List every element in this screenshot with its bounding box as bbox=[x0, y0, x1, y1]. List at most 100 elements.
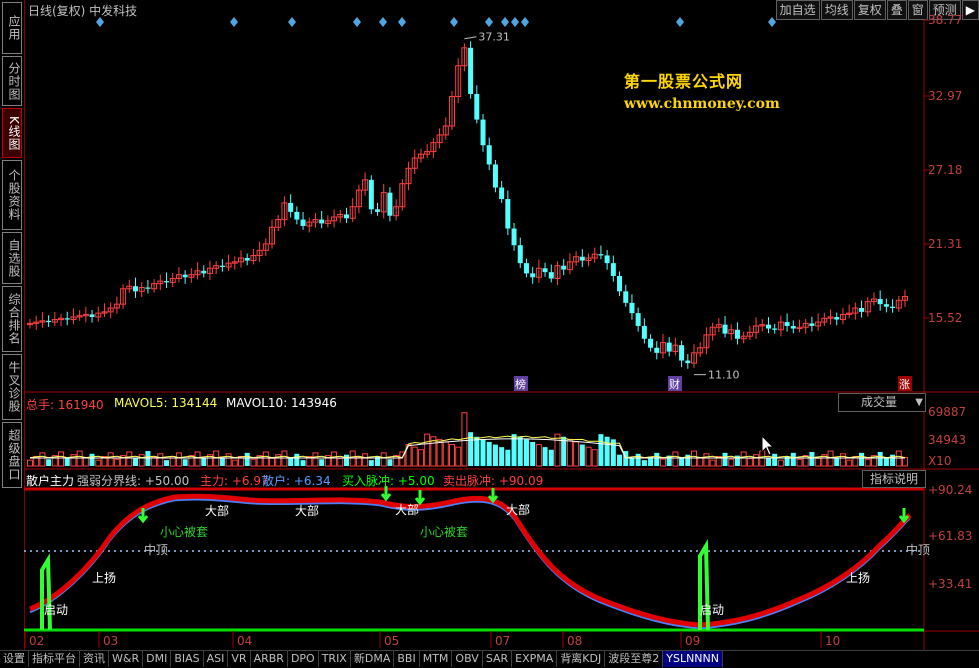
indicator-tab[interactable]: BIAS bbox=[171, 651, 204, 667]
candle-body-down bbox=[64, 318, 70, 320]
indicator-annotation: 小心被套 bbox=[420, 525, 468, 539]
indicator-annotation: 大部 bbox=[506, 502, 530, 517]
candle-body-down bbox=[511, 228, 517, 246]
indicator-tab[interactable]: ARBR bbox=[251, 651, 288, 667]
indicator-tab[interactable]: 设置 bbox=[0, 651, 29, 667]
candle-body-down bbox=[734, 329, 740, 339]
indicator-tab[interactable]: OBV bbox=[452, 651, 483, 667]
volume-bar-up bbox=[107, 452, 114, 467]
volume-bar-up bbox=[746, 457, 753, 467]
candle-body-down bbox=[474, 93, 480, 120]
volume-bar-down bbox=[64, 458, 70, 466]
volume-bar-up bbox=[864, 458, 871, 467]
indicator-tick-label: +90.24 bbox=[928, 483, 972, 497]
volume-bar-up bbox=[815, 457, 822, 467]
candle-body-down bbox=[244, 258, 250, 261]
date-axis-label: 03 bbox=[103, 634, 118, 648]
indicator-tab[interactable]: W&R bbox=[109, 651, 144, 667]
volume-bar-down bbox=[883, 458, 889, 466]
volume-total-label: 总手: 161940 bbox=[26, 398, 104, 412]
candle-body-down bbox=[859, 308, 865, 312]
candle-body-down bbox=[505, 199, 511, 229]
indicator-tab[interactable]: ASI bbox=[204, 651, 229, 667]
volume-bar-up bbox=[796, 458, 803, 467]
candle-body-down bbox=[666, 342, 672, 352]
indicator-explain-button[interactable]: 指标说明 bbox=[862, 470, 926, 488]
volume-bar-down bbox=[635, 453, 641, 466]
price-tick-label: 15.52 bbox=[928, 311, 962, 325]
signal-diamond-marker bbox=[353, 17, 361, 27]
candle-body-down bbox=[132, 286, 138, 292]
indicator-annotation: 上扬 bbox=[846, 570, 870, 585]
volume-indicator-value: 成交量 bbox=[861, 395, 898, 409]
volume-bar-up bbox=[424, 433, 431, 467]
volume-indicator-select[interactable]: 成交量 ▼ bbox=[838, 393, 926, 412]
candle-body-down bbox=[480, 119, 486, 146]
candle-body-down bbox=[288, 202, 294, 212]
candle-body-down bbox=[499, 187, 505, 200]
volume-bar-down bbox=[499, 447, 505, 466]
volume-bar-down bbox=[294, 453, 300, 466]
candle-body-down bbox=[883, 304, 889, 307]
candle-body-down bbox=[604, 255, 610, 264]
volume-bar-down bbox=[201, 458, 207, 466]
volume-bar-up bbox=[82, 456, 89, 467]
indicator-tab[interactable]: 背离KDJ bbox=[557, 651, 606, 667]
watermark: 第一股票公式网 www.chnmoney.com bbox=[624, 68, 780, 112]
candle-body-down bbox=[648, 338, 654, 348]
volume-bar-down bbox=[654, 452, 660, 466]
indicator-annotation: 中顶 bbox=[144, 542, 168, 557]
signal-diamond-marker bbox=[398, 17, 406, 27]
candle-body-down bbox=[834, 316, 840, 320]
signal-diamond-marker bbox=[485, 17, 493, 27]
volume-bar-up bbox=[355, 456, 362, 467]
indicator-annotation: 上扬 bbox=[92, 570, 116, 585]
volume-bar-up bbox=[138, 454, 145, 467]
buy-pulse-spike bbox=[698, 539, 710, 631]
volume-bar-down bbox=[244, 452, 250, 466]
date-axis-label: 08 bbox=[567, 634, 582, 648]
indicator-sell-label: 卖出脉冲: +90.09 bbox=[443, 474, 544, 488]
indicator-tab[interactable]: SAR bbox=[483, 651, 513, 667]
indicator-tab[interactable]: 资讯 bbox=[80, 651, 109, 667]
candle-body-down bbox=[722, 324, 728, 334]
candle-body-down bbox=[654, 347, 660, 353]
indicator-tab[interactable]: 新DMA bbox=[351, 651, 395, 667]
volume-bar-up bbox=[281, 450, 288, 467]
signal-diamond-marker bbox=[768, 17, 776, 27]
candle-body-down bbox=[523, 263, 529, 274]
candle-body-down bbox=[617, 275, 623, 292]
candle-body-down bbox=[685, 360, 691, 364]
volume-bar-up bbox=[126, 451, 133, 467]
candle-body-down bbox=[517, 245, 523, 264]
volume-bar-up bbox=[349, 450, 356, 467]
indicator-tab[interactable]: DMI bbox=[143, 651, 172, 667]
volume-bar-up bbox=[262, 451, 269, 467]
event-marker-label: 财 bbox=[669, 377, 680, 391]
volume-bar-down bbox=[772, 453, 778, 466]
volume-bar-down bbox=[679, 458, 685, 466]
indicator-tab[interactable]: BBI bbox=[394, 651, 420, 667]
indicator-tab[interactable]: VR bbox=[228, 651, 251, 667]
candle-body-down bbox=[877, 299, 883, 305]
indicator-tab[interactable]: MTM bbox=[420, 651, 453, 667]
indicator-tab[interactable]: EXPMA bbox=[512, 651, 558, 667]
price-tick-label: 32.97 bbox=[928, 89, 962, 103]
volume-ma5-label: MAVOL5: 134144 bbox=[114, 396, 218, 410]
volume-bar-down bbox=[834, 457, 840, 466]
volume-bar-down bbox=[182, 459, 188, 466]
candle-body-down bbox=[635, 313, 641, 326]
volume-bar-up bbox=[709, 459, 716, 467]
kline-chart-area[interactable]: 37.31 11.10 榜 财 涨 小心被套 小心被套中顶 中顶 大部 大部 大部 大部上扬 上扬启动… bbox=[0, 0, 979, 650]
volume-bar-down bbox=[790, 452, 796, 466]
indicator-annotation: 小心被套 bbox=[160, 525, 208, 539]
indicator-tab[interactable]: TRIX bbox=[319, 651, 351, 667]
indicator-tab[interactable]: DPO bbox=[288, 651, 319, 667]
volume-bar-up bbox=[753, 454, 760, 467]
indicator-tab[interactable]: 指标平台 bbox=[29, 651, 80, 667]
volume-bar-down bbox=[300, 460, 306, 466]
signal-diamond-marker bbox=[450, 17, 458, 27]
indicator-tab[interactable]: YSLNNNN bbox=[663, 651, 723, 667]
indicator-tab[interactable]: 波段至尊2 bbox=[605, 651, 664, 667]
candle-body-down bbox=[300, 219, 306, 226]
